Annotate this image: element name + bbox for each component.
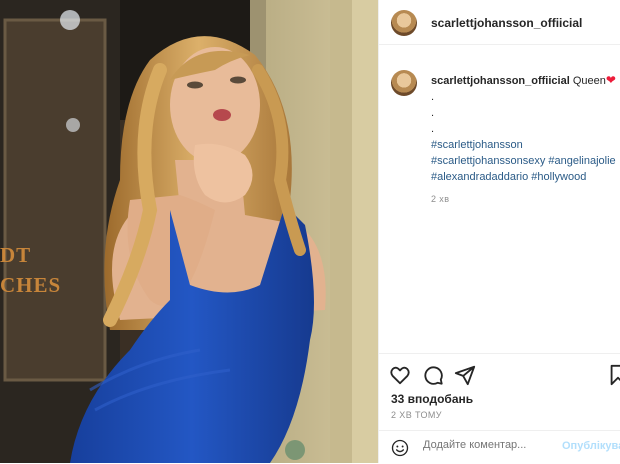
comment-bar: Опублікувати xyxy=(379,430,620,464)
photo-illustration xyxy=(0,0,378,463)
post-header: scarlettjohansson_offiicial xyxy=(379,0,620,45)
caption-dot: . xyxy=(431,123,435,135)
caption-dot: . xyxy=(431,91,435,103)
avatar[interactable] xyxy=(391,10,417,36)
hashtag-line[interactable]: #alexandradaddario #hollywood xyxy=(431,169,619,185)
comment-icon[interactable] xyxy=(422,364,444,386)
hashtag-line[interactable]: #scarlettjohansson xyxy=(431,137,619,153)
hashtag-line[interactable]: #scarlettjohanssonsexy #angelinajolie xyxy=(431,153,619,169)
caption-avatar[interactable] xyxy=(391,70,417,96)
shop-sign: DT CHES xyxy=(0,240,61,300)
save-icon[interactable] xyxy=(607,364,620,386)
header-username[interactable]: scarlettjohansson_offiicial xyxy=(431,16,582,30)
heart-icon[interactable] xyxy=(389,364,411,386)
post-sidebar: scarlettjohansson_offiicial scarlettjoha… xyxy=(378,0,620,463)
shop-sign-line-2: CHES xyxy=(0,273,62,297)
caption-username[interactable]: scarlettjohansson_offiicial xyxy=(431,75,570,87)
emoji-icon[interactable] xyxy=(391,439,409,457)
caption-text: scarlettjohansson_offiicial Queen❤ . . .… xyxy=(431,72,619,207)
shop-sign-line-1: DT xyxy=(0,243,32,267)
caption-first-line: scarlettjohansson_offiicial Queen❤ xyxy=(431,72,619,89)
caption-message: Queen xyxy=(572,75,606,87)
caption-dot: . xyxy=(431,107,435,119)
post-time-ago: 2 ХВ ТОМУ xyxy=(391,410,442,420)
red-heart-emoji: ❤ xyxy=(605,73,616,87)
instagram-post: DT CHES scarlettjohansson_offiicial scar… xyxy=(0,0,620,463)
share-icon[interactable] xyxy=(454,364,476,386)
comment-input[interactable] xyxy=(423,439,553,451)
publish-button[interactable]: Опублікувати xyxy=(562,440,620,452)
likes-count[interactable]: 33 вподобань xyxy=(391,392,473,406)
post-photo[interactable]: DT CHES xyxy=(0,0,378,463)
caption-timestamp: 2 хв xyxy=(431,194,450,204)
